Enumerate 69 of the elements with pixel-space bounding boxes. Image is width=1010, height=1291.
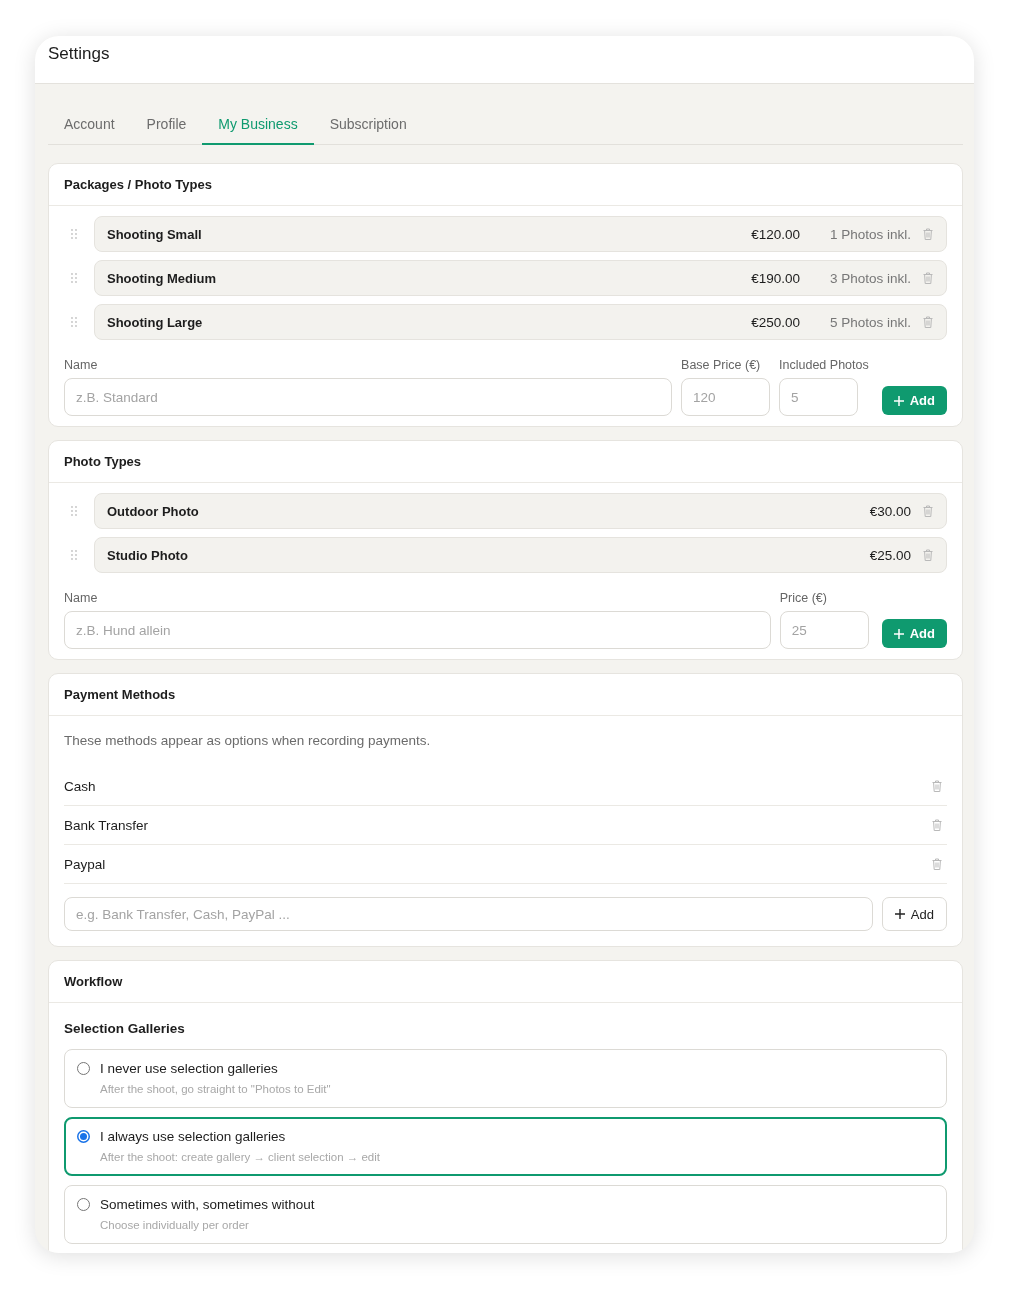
trash-icon[interactable] <box>932 780 942 792</box>
plus-icon <box>894 909 905 919</box>
field-label: Base Price (€) <box>681 357 762 373</box>
option-description: Choose individually per order <box>100 1218 250 1233</box>
card-title: Packages / Photo Types <box>64 175 212 194</box>
description-text: These methods appear as options when recording payments. <box>64 732 432 750</box>
card-title: Workflow <box>64 972 123 991</box>
item-price: €190.00 <box>751 270 800 286</box>
tab[interactable]: My Business <box>202 103 314 145</box>
option-card[interactable]: I always use selection galleries After the shoot: create gallery → client selection → edit <box>64 1117 947 1176</box>
input-field[interactable]: e.g. Bank Transfer, Cash, PayPal ... <box>64 897 873 931</box>
radio-button[interactable] <box>77 1130 90 1143</box>
item-name: Studio Photo <box>107 547 189 563</box>
input-field[interactable]: 5 <box>779 378 859 416</box>
option-title: I always use selection galleries <box>100 1128 287 1146</box>
option-title: Sometimes with, sometimes without <box>100 1196 315 1214</box>
option-title: I never use selection galleries <box>100 1060 279 1078</box>
radio-button[interactable] <box>77 1198 90 1211</box>
input-field[interactable]: 25 <box>779 611 869 649</box>
plus-icon <box>893 395 904 406</box>
option-description: After the shoot, go straight to "Photos to Edit" <box>100 1082 331 1097</box>
item-price: €250.00 <box>751 314 800 330</box>
section-title: Selection Galleries <box>64 1020 186 1038</box>
add-button[interactable]: Add <box>881 897 947 931</box>
field-label: Price (€) <box>779 590 828 606</box>
trash-icon[interactable] <box>923 316 933 328</box>
trash-icon[interactable] <box>923 549 933 561</box>
field-label: Name <box>64 357 99 373</box>
window-title: Settings <box>48 44 110 64</box>
tab[interactable]: Subscription <box>313 103 423 145</box>
card-title: Photo Types <box>64 452 142 471</box>
payment-method-name: Paypal <box>64 856 106 872</box>
card-title: Payment Methods <box>64 685 176 704</box>
trash-icon[interactable] <box>923 505 933 517</box>
drag-handle-icon[interactable] <box>71 506 77 516</box>
trash-icon[interactable] <box>932 819 942 831</box>
tab[interactable]: Profile <box>130 103 203 145</box>
item-price: €120.00 <box>751 226 800 242</box>
option-description: After the shoot: create gallery → client selection → edit <box>100 1150 380 1165</box>
item-price: €30.00 <box>869 503 911 519</box>
included-photos: 3 Photos inkl. <box>829 270 911 286</box>
field-label: Included Photos <box>779 357 869 373</box>
field-label: Name <box>64 590 99 606</box>
input-field[interactable]: z.B. Hund allein <box>64 611 771 649</box>
included-photos: 5 Photos inkl. <box>829 314 911 330</box>
included-photos: 1 Photos inkl. <box>829 226 911 242</box>
trash-icon[interactable] <box>932 858 942 870</box>
plus-icon <box>893 628 904 639</box>
payment-method-name: Cash <box>64 778 96 794</box>
item-name: Outdoor Photo <box>107 503 200 519</box>
trash-icon[interactable] <box>923 272 933 284</box>
drag-handle-icon[interactable] <box>71 550 77 560</box>
item-name: Shooting Large <box>107 314 204 330</box>
drag-handle-icon[interactable] <box>71 317 77 327</box>
tab[interactable]: Account <box>48 103 131 145</box>
option-card[interactable]: I never use selection galleries After the shoot, go straight to "Photos to Edit" <box>64 1049 947 1108</box>
trash-icon[interactable] <box>923 228 933 240</box>
payment-method-name: Bank Transfer <box>64 817 149 833</box>
input-field[interactable]: 120 <box>681 378 771 416</box>
input-field[interactable]: z.B. Standard <box>64 378 673 416</box>
radio-button[interactable] <box>77 1062 90 1075</box>
add-button[interactable]: Add <box>881 386 947 415</box>
item-name: Shooting Medium <box>107 270 218 286</box>
item-name: Shooting Small <box>107 226 203 242</box>
drag-handle-icon[interactable] <box>71 229 77 239</box>
drag-handle-icon[interactable] <box>71 273 77 283</box>
add-button[interactable]: Add <box>881 619 947 648</box>
item-price: €25.00 <box>869 547 911 563</box>
option-card[interactable]: Sometimes with, sometimes without Choose individually per order <box>64 1185 947 1244</box>
